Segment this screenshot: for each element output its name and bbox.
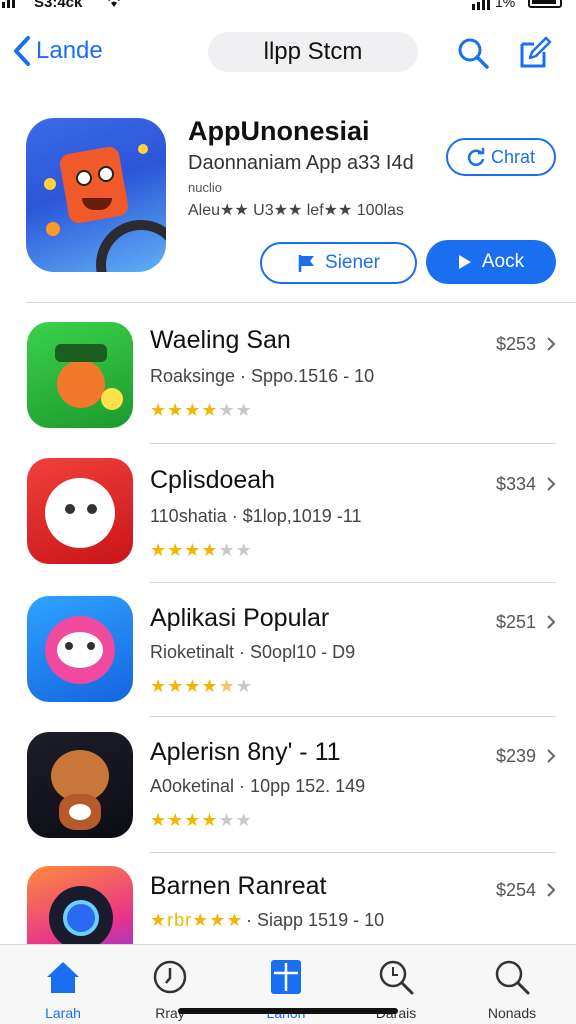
search-magnifier-icon bbox=[379, 960, 414, 995]
app-price: $334 bbox=[496, 474, 537, 494]
featured-app-meta: nuclio bbox=[188, 180, 222, 195]
app-meta: Rioketinalt · S0opl10 - D9 bbox=[150, 642, 356, 662]
signal-icon bbox=[2, 0, 15, 8]
status-bar: S3:4ck 1% bbox=[0, 0, 576, 14]
app-price: $251 bbox=[496, 612, 537, 632]
app-meta: · Siapp 1519 - 10 bbox=[246, 910, 385, 930]
chevron-left-icon bbox=[14, 36, 30, 66]
compose-icon[interactable] bbox=[518, 36, 552, 70]
featured-app-subtitle: Daonnaniam App a33 I4d bbox=[188, 152, 414, 174]
home-icon bbox=[47, 962, 79, 993]
back-label: Lande bbox=[36, 37, 103, 64]
list-item[interactable]: Cplisdoeah 110shatia · $1lop,1019 -11 ★★… bbox=[0, 444, 576, 583]
cellular-icon bbox=[472, 0, 490, 10]
tab-nonads[interactable]: Nonads bbox=[462, 953, 562, 1023]
star-rating: ★★★★★★ bbox=[150, 810, 253, 830]
featured-app-rating: Aleu★★ U3★★ lef★★ 100las bbox=[188, 202, 404, 219]
featured-app-title: AppUnonesiai bbox=[188, 116, 370, 146]
battery-percent: 1% bbox=[495, 0, 516, 10]
navigation-bar: Lande llpp Stcm bbox=[0, 14, 576, 94]
list-item[interactable]: Waeling San Roaksinge · Sppo.1516 - 10 ★… bbox=[0, 306, 576, 444]
refresh-chat-icon bbox=[467, 148, 485, 166]
app-name: Aplerisn 8ny' - 11 bbox=[150, 738, 341, 766]
search-icon[interactable] bbox=[456, 36, 490, 70]
tab-label: Larah bbox=[45, 1005, 81, 1021]
chat-button[interactable]: Chrat bbox=[446, 138, 556, 176]
search-icon bbox=[495, 960, 530, 995]
back-button[interactable]: Lande bbox=[12, 36, 103, 66]
section-divider bbox=[26, 302, 576, 303]
wifi-icon bbox=[108, 0, 120, 7]
app-icon-pink-cat bbox=[27, 596, 133, 702]
app-name: Cplisdoeah bbox=[150, 466, 276, 494]
app-meta: 110shatia · $1lop,1019 -11 bbox=[150, 506, 362, 526]
app-icon-fox bbox=[27, 732, 133, 838]
chevron-right-icon bbox=[547, 477, 556, 491]
status-time: S3:4ck bbox=[34, 0, 83, 11]
list-item[interactable]: Aplerisn 8ny' - 11 A0oketinal · 10pp 152… bbox=[0, 718, 576, 856]
app-price: $254 bbox=[496, 880, 537, 900]
star-rating: ★★★★★★ bbox=[150, 676, 253, 696]
apps-icon bbox=[271, 960, 301, 994]
star-rating: ★rbr★★★ bbox=[150, 910, 244, 930]
chevron-right-icon bbox=[547, 883, 556, 897]
tab-label: Nonads bbox=[487, 1005, 537, 1021]
get-button[interactable]: Aock bbox=[426, 240, 556, 284]
tab-home[interactable]: Larah bbox=[13, 953, 113, 1023]
app-icon-red-cat bbox=[27, 458, 133, 564]
featured-app-icon[interactable] bbox=[26, 118, 166, 272]
share-button-label: Siener bbox=[325, 252, 380, 273]
chevron-right-icon bbox=[547, 615, 556, 629]
chat-button-label: Chrat bbox=[490, 146, 535, 167]
home-indicator[interactable] bbox=[178, 1008, 398, 1014]
app-price: $239 bbox=[496, 746, 537, 766]
app-price: $253 bbox=[496, 334, 537, 354]
share-button[interactable]: Siener bbox=[260, 242, 417, 284]
flag-icon bbox=[298, 255, 315, 272]
app-meta: A0oketinal · 10pp 152. 149 bbox=[150, 776, 366, 796]
clock-icon bbox=[153, 960, 187, 994]
chevron-right-icon bbox=[547, 749, 556, 763]
get-button-label: Aock bbox=[481, 251, 525, 272]
star-rating: ★★★★★★ bbox=[150, 540, 253, 560]
battery-icon bbox=[528, 0, 562, 8]
nav-title: llpp Stcm bbox=[208, 32, 418, 72]
app-meta: Roaksinge · Sppo.1516 - 10 bbox=[150, 366, 375, 386]
app-name: Waeling San bbox=[150, 326, 291, 354]
row-divider bbox=[150, 716, 556, 717]
app-name: Aplikasi Popular bbox=[150, 604, 330, 632]
app-name: Barnen Ranreat bbox=[150, 872, 327, 900]
star-rating: ★★★★★★ bbox=[150, 400, 253, 420]
list-item[interactable]: Aplikasi Popular Rioketinalt · S0opl10 -… bbox=[0, 582, 576, 720]
play-icon bbox=[458, 255, 471, 269]
app-icon-green-leprechaun bbox=[27, 322, 133, 428]
chevron-right-icon bbox=[547, 337, 556, 351]
